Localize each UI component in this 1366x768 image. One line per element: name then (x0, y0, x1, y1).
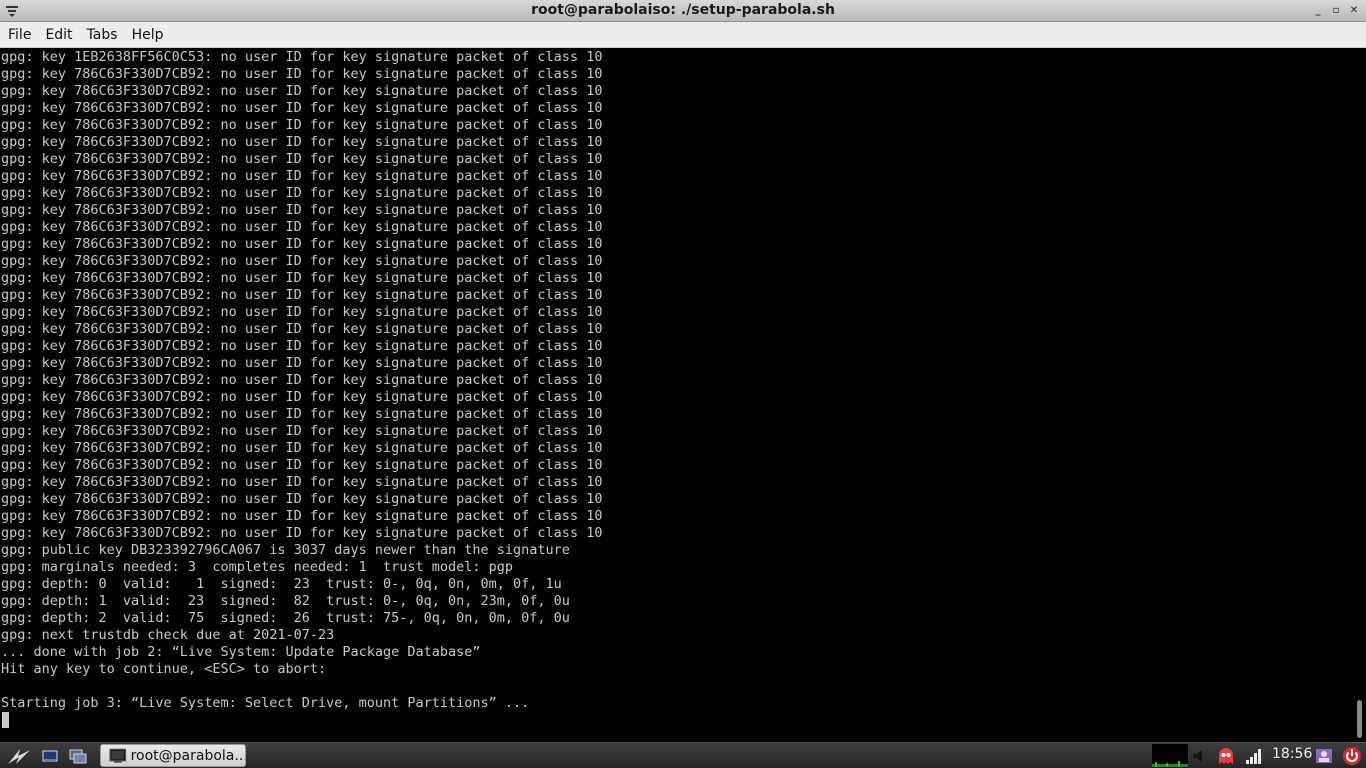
terminal-line: gpg: key 1EB2638FF56C0C53: no user ID fo… (1, 49, 603, 65)
terminal-line: gpg: key 786C63F330D7CB92: no user ID fo… (1, 338, 603, 354)
terminal-line: gpg: key 786C63F330D7CB92: no user ID fo… (1, 66, 603, 82)
terminal-line: gpg: key 786C63F330D7CB92: no user ID fo… (1, 219, 603, 235)
terminal-line: gpg: key 786C63F330D7CB92: no user ID fo… (1, 304, 603, 320)
clock[interactable]: 18:56 (1272, 746, 1312, 762)
terminal-line: gpg: key 786C63F330D7CB92: no user ID fo… (1, 440, 603, 456)
start-menu-icon[interactable] (6, 746, 32, 766)
terminal-line: gpg: key 786C63F330D7CB92: no user ID fo… (1, 151, 603, 167)
terminal-line: gpg: key 786C63F330D7CB92: no user ID fo… (1, 474, 603, 490)
terminal-line: gpg: key 786C63F330D7CB92: no user ID fo… (1, 525, 603, 541)
terminal-line: gpg: key 786C63F330D7CB92: no user ID fo… (1, 423, 603, 439)
terminal-line: gpg: key 786C63F330D7CB92: no user ID fo… (1, 117, 603, 133)
taskbar-item-label: root@parabola... (130, 747, 245, 764)
window-titlebar[interactable]: root@parabolaiso: ./setup-parabola.sh _ … (0, 0, 1366, 22)
terminal-line: gpg: key 786C63F330D7CB92: no user ID fo… (1, 202, 603, 218)
terminal-line: gpg: key 786C63F330D7CB92: no user ID fo… (1, 321, 603, 337)
maximize-button[interactable]: ▫ (1328, 3, 1344, 18)
terminal-line: gpg: next trustdb check due at 2021-07-2… (1, 627, 335, 643)
window-title: root@parabolaiso: ./setup-parabola.sh (531, 2, 835, 18)
terminal-line: gpg: marginals needed: 3 completes neede… (1, 559, 514, 575)
volume-icon[interactable] (1190, 746, 1210, 766)
terminal-line: gpg: key 786C63F330D7CB92: no user ID fo… (1, 185, 603, 201)
terminal-line: gpg: key 786C63F330D7CB92: no user ID fo… (1, 168, 603, 184)
terminal-line: ... done with job 2: “Live System: Updat… (1, 644, 481, 660)
terminal-line: gpg: key 786C63F330D7CB92: no user ID fo… (1, 491, 603, 507)
show-desktop-icon[interactable] (40, 746, 60, 766)
terminal-view[interactable]: gpg: key 1EB2638FF56C0C53: no user ID fo… (0, 48, 1352, 742)
terminal-line: gpg: key 786C63F330D7CB92: no user ID fo… (1, 270, 603, 286)
menu-file[interactable]: File (0, 23, 38, 47)
user-switch-icon[interactable] (1314, 746, 1334, 766)
taskbar-item-terminal[interactable]: root@parabola... (100, 744, 246, 767)
terminal-line: gpg: key 786C63F330D7CB92: no user ID fo… (1, 457, 603, 473)
terminal-line: gpg: depth: 2 valid: 75 signed: 26 trust… (1, 610, 570, 626)
terminal-line: gpg: public key DB323392796CA067 is 3037… (1, 542, 570, 558)
terminal-line: gpg: key 786C63F330D7CB92: no user ID fo… (1, 100, 603, 116)
terminal-icon (109, 748, 127, 763)
desktop: root@parabolaiso: ./setup-parabola.sh _ … (0, 0, 1366, 768)
scrollbar-thumb[interactable] (1357, 700, 1362, 738)
terminal-line: gpg: key 786C63F330D7CB92: no user ID fo… (1, 236, 603, 252)
window-list-icon[interactable] (68, 746, 88, 766)
terminal-line: gpg: key 786C63F330D7CB92: no user ID fo… (1, 406, 603, 422)
terminal-line: gpg: depth: 0 valid: 1 signed: 23 trust:… (1, 576, 562, 592)
terminal-line: gpg: key 786C63F330D7CB92: no user ID fo… (1, 508, 603, 524)
menu-tabs[interactable]: Tabs (80, 23, 125, 47)
terminal-line: gpg: depth: 1 valid: 23 signed: 82 trust… (1, 593, 570, 609)
menu-help[interactable]: Help (125, 23, 171, 47)
network-signal-icon[interactable] (1244, 746, 1264, 766)
terminal-line: Hit any key to continue, <ESC> to abort: (1, 661, 327, 677)
menubar: File Edit Tabs Help (0, 22, 1366, 48)
terminal-line: gpg: key 786C63F330D7CB92: no user ID fo… (1, 253, 603, 269)
terminal-cursor (2, 712, 9, 728)
minimize-button[interactable]: _ (1310, 3, 1326, 18)
terminal-output: gpg: key 1EB2638FF56C0C53: no user ID fo… (1, 49, 602, 712)
terminal-line: gpg: key 786C63F330D7CB92: no user ID fo… (1, 355, 603, 371)
terminal-line: gpg: key 786C63F330D7CB92: no user ID fo… (1, 372, 603, 388)
terminal-scrollbar[interactable] (1352, 48, 1366, 742)
terminal-line: gpg: key 786C63F330D7CB92: no user ID fo… (1, 83, 603, 99)
terminal-line: Starting job 3: “Live System: Select Dri… (1, 695, 530, 711)
terminal-line: gpg: key 786C63F330D7CB92: no user ID fo… (1, 134, 603, 150)
terminal-line: gpg: key 786C63F330D7CB92: no user ID fo… (1, 389, 603, 405)
cpu-graph-icon (1152, 761, 1188, 767)
pacman-ghost-icon[interactable] (1216, 746, 1236, 766)
power-icon[interactable] (1342, 746, 1362, 766)
terminal-line: gpg: key 786C63F330D7CB92: no user ID fo… (1, 287, 603, 303)
close-button[interactable]: ✕ (1346, 3, 1362, 18)
menu-edit[interactable]: Edit (38, 23, 79, 47)
taskbar: root@parabola... 18:56 (0, 742, 1366, 768)
